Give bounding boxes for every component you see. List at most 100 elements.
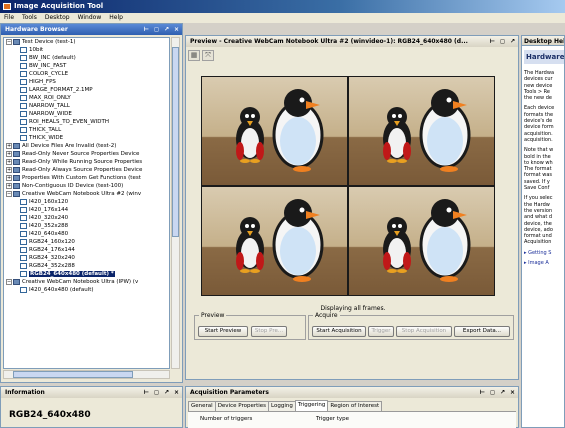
tree-device-node[interactable]: + Read-Only Always Source Properties Devi… bbox=[4, 166, 169, 174]
tree-format-node[interactable]: RGB24_320x240 bbox=[4, 254, 169, 262]
fit-to-window-icon[interactable]: ⤧ bbox=[202, 50, 214, 61]
device-icon bbox=[13, 150, 20, 157]
penguin-toys-image bbox=[383, 199, 471, 282]
expand-icon[interactable]: + bbox=[6, 158, 12, 165]
collapse-icon[interactable]: − bbox=[6, 278, 12, 285]
tab-logging[interactable]: Logging bbox=[268, 401, 296, 411]
preview-header: Preview - Creative WebCam Notebook Ultra… bbox=[186, 36, 518, 47]
device-icon bbox=[13, 182, 20, 189]
minimize-icon[interactable]: ↗ bbox=[164, 387, 169, 398]
expand-icon[interactable]: + bbox=[6, 150, 12, 157]
tree-format-node[interactable]: ROI_HEALS_TO_EVEN_WIDTH bbox=[4, 118, 169, 126]
tree-node-label: RGB24_320x240 bbox=[29, 255, 75, 261]
scroll-thumb[interactable] bbox=[172, 47, 179, 237]
tab-general[interactable]: General bbox=[188, 401, 216, 411]
format-icon bbox=[20, 102, 27, 109]
expand-icon[interactable]: + bbox=[6, 182, 12, 189]
tree-node-label: Read-Only Never Source Properties Device bbox=[22, 151, 140, 157]
tree-device-node[interactable]: − Test Device (test-1) bbox=[4, 38, 169, 46]
tree-node-label: I420_160x120 bbox=[29, 199, 69, 205]
minimize-icon[interactable]: ↗ bbox=[500, 387, 505, 398]
tree-device-node[interactable]: − Creative WebCam Notebook Ultra (IPW) (v bbox=[4, 278, 169, 286]
tree-format-node[interactable]: RGB24_640x480 (default) * bbox=[4, 270, 169, 278]
tree-device-node[interactable]: + Non-Contiguous ID Device (test-100) bbox=[4, 182, 169, 190]
tree-format-node[interactable]: I420_640x480 bbox=[4, 230, 169, 238]
tree-format-node[interactable]: COLOR_CYCLE bbox=[4, 70, 169, 78]
collapse-icon[interactable]: − bbox=[6, 38, 12, 45]
menu-file[interactable]: File bbox=[4, 13, 14, 23]
help-link[interactable]: ▸ Getting S bbox=[524, 250, 564, 256]
maximize-icon[interactable]: ◻ bbox=[500, 36, 505, 47]
window-title: Image Acquisition Tool bbox=[14, 2, 104, 10]
tree-format-node[interactable]: THICK_TALL bbox=[4, 126, 169, 134]
tree-device-node[interactable]: + Read-Only Never Source Properties Devic… bbox=[4, 150, 169, 158]
maximize-icon[interactable]: ◻ bbox=[154, 24, 159, 35]
expand-icon[interactable]: + bbox=[6, 174, 12, 181]
menu-help[interactable]: Help bbox=[109, 13, 123, 23]
tree-format-node[interactable]: RGB24_352x288 bbox=[4, 262, 169, 270]
minimize-icon[interactable]: ↗ bbox=[164, 24, 169, 35]
expand-icon[interactable]: + bbox=[6, 142, 12, 149]
undock-icon[interactable]: ⊢ bbox=[490, 36, 495, 47]
maximize-icon[interactable]: ◻ bbox=[490, 387, 495, 398]
undock-icon[interactable]: ⊢ bbox=[143, 24, 148, 35]
menu-window[interactable]: Window bbox=[78, 13, 102, 23]
close-icon[interactable]: × bbox=[174, 387, 179, 398]
start-acquisition-button[interactable]: Start Acquisition bbox=[312, 326, 366, 337]
undock-icon[interactable]: ⊢ bbox=[479, 387, 484, 398]
tree-format-node[interactable]: MAX_ROI_ONLY bbox=[4, 94, 169, 102]
tree-format-node[interactable]: I420_352x288 bbox=[4, 222, 169, 230]
single-frame-icon[interactable]: ▦ bbox=[188, 50, 200, 61]
tree-device-node[interactable]: + Read-Only While Running Source Properti… bbox=[4, 158, 169, 166]
tree-format-node[interactable]: I420_160x120 bbox=[4, 198, 169, 206]
format-icon bbox=[20, 86, 27, 93]
stop-acquisition-button[interactable]: Stop Acquisition bbox=[396, 326, 452, 337]
close-icon[interactable]: × bbox=[510, 387, 515, 398]
tree-device-node[interactable]: + Properties With Custom Get Functions (t… bbox=[4, 174, 169, 182]
device-icon bbox=[13, 190, 20, 197]
device-icon bbox=[13, 278, 20, 285]
tree-format-node[interactable]: I420_320x240 bbox=[4, 214, 169, 222]
collapse-icon[interactable]: − bbox=[6, 190, 12, 197]
export-data-button[interactable]: Export Data... bbox=[454, 326, 510, 337]
format-icon bbox=[20, 198, 27, 205]
tree-node-label: 10bit bbox=[29, 47, 44, 53]
desktop-help-panel: Hardware The Hardwa devices cur new devi… bbox=[521, 35, 565, 428]
tree-format-node[interactable]: NARROW_TALL bbox=[4, 102, 169, 110]
tree-format-node[interactable]: I420_640x480 (default) bbox=[4, 286, 169, 294]
tab-triggering[interactable]: Triggering bbox=[294, 400, 329, 411]
maximize-icon[interactable]: ◻ bbox=[154, 387, 159, 398]
tree-format-node[interactable]: HIGH_FPS bbox=[4, 78, 169, 86]
tree-format-node[interactable]: 10bit bbox=[4, 46, 169, 54]
tree-format-node[interactable]: BW_INC_FAST bbox=[4, 62, 169, 70]
tree-device-node[interactable]: + All Device Files Are Invalid (test-2) bbox=[4, 142, 169, 150]
start-preview-button[interactable]: Start Preview bbox=[198, 326, 248, 337]
stop-preview-button[interactable]: Stop Pre... bbox=[251, 326, 287, 337]
tree-format-node[interactable]: THICK_WIDE bbox=[4, 134, 169, 142]
tab-region-of-interest[interactable]: Region of Interest bbox=[327, 401, 383, 411]
preview-image-grid bbox=[201, 76, 495, 296]
scroll-thumb[interactable] bbox=[13, 371, 133, 378]
menu-desktop[interactable]: Desktop bbox=[45, 13, 70, 23]
tree-node-label: Non-Contiguous ID Device (test-100) bbox=[22, 183, 124, 189]
tab-device-properties[interactable]: Device Properties bbox=[214, 401, 270, 411]
tree-device-node[interactable]: − Creative WebCam Notebook Ultra #2 (winv bbox=[4, 190, 169, 198]
information-title: Information bbox=[5, 389, 45, 396]
minimize-icon[interactable]: ↗ bbox=[510, 36, 515, 47]
tree-format-node[interactable]: RGB24_176x144 bbox=[4, 246, 169, 254]
menu-tools[interactable]: Tools bbox=[22, 13, 37, 23]
trigger-button[interactable]: Trigger bbox=[368, 326, 394, 337]
tree-format-node[interactable]: RGB24_160x120 bbox=[4, 238, 169, 246]
hardware-tree[interactable]: − Test Device (test-1) 10bit BW_INC (defaul… bbox=[3, 37, 170, 369]
help-link[interactable]: ▸ Image A bbox=[524, 260, 564, 266]
tree-format-node[interactable]: NARROW_WIDE bbox=[4, 110, 169, 118]
horizontal-scrollbar[interactable] bbox=[3, 370, 170, 379]
vertical-scrollbar[interactable] bbox=[171, 37, 180, 369]
preview-panel: Preview - Creative WebCam Notebook Ultra… bbox=[185, 35, 519, 380]
expand-icon[interactable]: + bbox=[6, 166, 12, 173]
tree-format-node[interactable]: I420_176x144 bbox=[4, 206, 169, 214]
close-icon[interactable]: × bbox=[174, 24, 179, 35]
tree-format-node[interactable]: LARGE_FORMAT_2.1MP bbox=[4, 86, 169, 94]
undock-icon[interactable]: ⊢ bbox=[143, 387, 148, 398]
tree-format-node[interactable]: BW_INC (default) bbox=[4, 54, 169, 62]
